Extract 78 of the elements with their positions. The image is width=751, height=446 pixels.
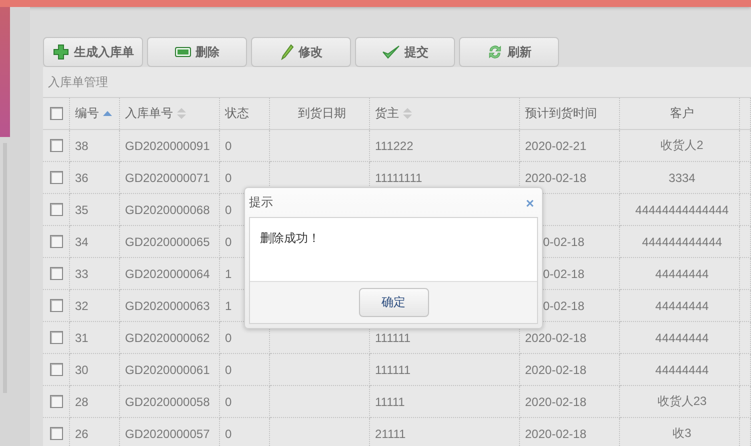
toolbar-button[interactable]: 修改 — [251, 37, 351, 67]
table-cell: 2020-02-18 — [520, 354, 620, 386]
toolbar-button[interactable]: 生成入库单 — [43, 37, 143, 67]
column-header[interactable]: 到货日期 — [298, 105, 346, 122]
row-checkbox[interactable] — [50, 395, 62, 408]
pencil-icon — [280, 44, 294, 60]
table-cell: 3334 — [620, 162, 740, 194]
dialog-title: 提示 — [249, 194, 273, 211]
row-checkbox[interactable] — [50, 299, 62, 312]
sort-icon — [403, 108, 412, 119]
table-cell: 收货人23 — [620, 386, 740, 418]
row-checkbox[interactable] — [50, 267, 62, 280]
table-cell: 44444444 — [620, 290, 740, 322]
table-cell: GD2020000091 — [120, 130, 220, 162]
table-cell: 35 — [70, 194, 120, 226]
table-cell: 111222 — [370, 130, 520, 162]
table-cell: 44444444 — [620, 354, 740, 386]
table-cell: GD2020000062 — [120, 322, 220, 354]
table-cell: 0 — [220, 418, 270, 446]
plus-icon — [53, 44, 69, 60]
row-checkbox[interactable] — [50, 235, 62, 248]
table-cell: 收3 — [620, 418, 740, 446]
table-cell: 44444444444444 — [620, 194, 740, 226]
sort-icon — [177, 108, 186, 119]
table-cell: 0 — [220, 386, 270, 418]
dialog-message: 删除成功！ — [250, 218, 537, 282]
table-cell: 44444444 — [620, 322, 740, 354]
table-cell: 26 — [70, 418, 120, 446]
confirm-button[interactable]: 确定 — [358, 288, 428, 317]
table-cell: GD2020000068 — [120, 194, 220, 226]
table-cell: 2020-02-21 — [520, 130, 620, 162]
table-cell: 444444444444 — [620, 226, 740, 258]
table-cell: 30 — [70, 354, 120, 386]
toolbar-button[interactable]: 提交 — [355, 37, 455, 67]
minus-icon — [174, 47, 190, 57]
table-cell: 34 — [70, 226, 120, 258]
column-header[interactable]: 入库单号 — [125, 105, 173, 122]
column-header[interactable]: 客户 — [670, 105, 694, 122]
column-header[interactable]: 编号 — [75, 105, 99, 122]
table-cell: 2020-02-18 — [520, 418, 620, 446]
table-cell: 33 — [70, 258, 120, 290]
row-checkbox[interactable] — [50, 363, 62, 376]
table-cell: 收货人2 — [620, 130, 740, 162]
table-cell: GD2020000057 — [120, 418, 220, 446]
close-icon[interactable]: × — [526, 194, 534, 210]
table-cell: GD2020000065 — [120, 226, 220, 258]
table-cell: 11111 — [370, 386, 520, 418]
check-icon — [382, 45, 400, 59]
table-cell: 32 — [70, 290, 120, 322]
row-checkbox[interactable] — [50, 139, 62, 152]
row-checkbox[interactable] — [50, 331, 62, 344]
toolbar-button[interactable]: 删除 — [147, 37, 247, 67]
table-cell: GD2020000058 — [120, 386, 220, 418]
column-header[interactable]: 预计到货时间 — [525, 105, 597, 122]
table-cell: 31 — [70, 322, 120, 354]
panel-title: 入库单管理 — [43, 67, 751, 98]
row-checkbox[interactable] — [50, 427, 62, 440]
table-cell: GD2020000063 — [120, 290, 220, 322]
refresh-icon — [486, 44, 502, 60]
sort-ascending-icon — [103, 111, 112, 116]
table-cell: GD2020000071 — [120, 162, 220, 194]
table-cell: 21111 — [370, 418, 520, 446]
table-cell: GD2020000064 — [120, 258, 220, 290]
row-checkbox[interactable] — [50, 203, 62, 216]
table-cell: GD2020000061 — [120, 354, 220, 386]
row-checkbox[interactable] — [50, 171, 62, 184]
table-cell: 111111 — [370, 354, 520, 386]
table-cell: 0 — [220, 130, 270, 162]
table-cell: 44444444 — [620, 258, 740, 290]
table-cell: 38 — [70, 130, 120, 162]
table-cell: 28 — [70, 386, 120, 418]
table-cell: 36 — [70, 162, 120, 194]
table-cell: 0 — [220, 354, 270, 386]
column-header[interactable]: 状态 — [225, 105, 249, 122]
select-all-checkbox[interactable] — [50, 107, 62, 120]
column-header[interactable]: 货主 — [375, 105, 399, 122]
toolbar-button[interactable]: 刷新 — [459, 37, 559, 67]
table-cell: 2020-02-18 — [520, 386, 620, 418]
